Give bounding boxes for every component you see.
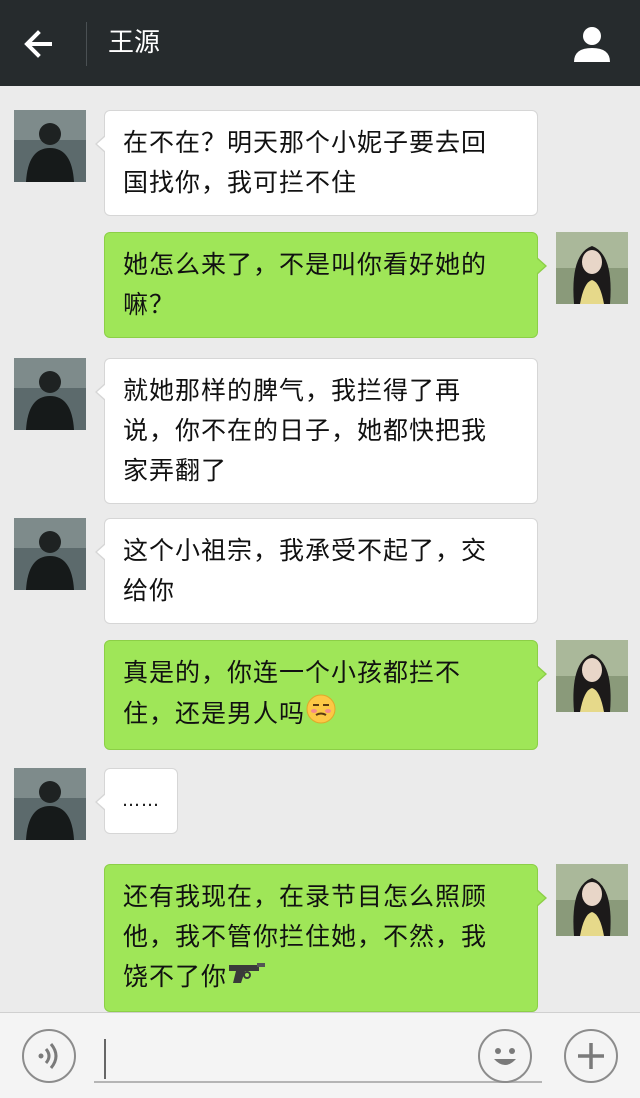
message-line: 家弄翻了 [123, 456, 228, 485]
contact-avatar-image [14, 110, 86, 182]
message-line: 她怎么来了，不是叫你看好她的 [123, 250, 488, 279]
text-caret [104, 1039, 106, 1079]
arrow-left-icon [24, 30, 52, 58]
message-line: 说，你不在的日子，她都快把我 [123, 416, 488, 445]
message-bubble[interactable]: 她怎么来了，不是叫你看好她的 嘛？ [104, 232, 547, 338]
message-bubble[interactable]: 在不在？明天那个小妮子要去回 国找你，我可拦不住 [95, 110, 538, 216]
message-line: 住，还是男人吗 [123, 699, 306, 728]
self-avatar[interactable] [556, 640, 628, 712]
back-button[interactable] [20, 24, 64, 64]
message-line-with-emoji: 住，还是男人吗 [123, 693, 519, 737]
self-avatar-image [556, 864, 628, 936]
user-icon [574, 27, 610, 62]
contact-avatar-image [14, 358, 86, 430]
header-divider [86, 22, 87, 66]
message-line-with-emoji: 饶不了你 [123, 957, 519, 999]
message-line: 国找你，我可拦不住 [123, 168, 358, 197]
message-line: …… [122, 790, 160, 811]
message-line: 这个小祖宗，我承受不起了，交 [123, 536, 488, 565]
message-line: 给你 [123, 576, 176, 605]
chat-area[interactable]: 在不在？明天那个小妮子要去回 国找你，我可拦不住 她怎么来了，不是叫你看好她的 … [0, 86, 640, 1012]
message-bubble[interactable]: 这个小祖宗，我承受不起了，交 给你 [95, 518, 538, 624]
contact-avatar[interactable] [14, 518, 86, 590]
message-line: 就她那样的脾气，我拦得了再 [123, 376, 462, 405]
contact-avatar-image [14, 518, 86, 590]
contact-avatar[interactable] [14, 110, 86, 182]
chat-title: 王源 [108, 28, 161, 58]
voice-button[interactable] [22, 1029, 76, 1083]
plus-icon [578, 1043, 604, 1069]
input-bar [0, 1012, 640, 1098]
message-bubble[interactable]: 真是的，你连一个小孩都拦不 住，还是男人吗 [104, 640, 547, 750]
message-line: 嘛？ [123, 290, 176, 319]
message-bubble[interactable]: …… [95, 768, 178, 834]
profile-button[interactable] [570, 22, 614, 66]
message-line: 真是的，你连一个小孩都拦不 [123, 658, 462, 687]
message-line: 饶不了你 [123, 962, 228, 991]
self-avatar-image [556, 232, 628, 304]
message-input[interactable] [94, 1031, 542, 1083]
message-bubble[interactable]: 还有我现在，在录节目怎么照顾 他，我不管你拦住她，不然，我 饶不了你 [104, 864, 547, 1012]
message-line: 还有我现在，在录节目怎么照顾 [123, 882, 488, 911]
self-avatar[interactable] [556, 864, 628, 936]
voice-icon [38, 1043, 58, 1069]
contact-avatar[interactable] [14, 358, 86, 430]
self-avatar[interactable] [556, 232, 628, 304]
pistol-emoji [227, 957, 267, 999]
more-button[interactable] [564, 1029, 618, 1083]
contact-avatar-image [14, 768, 86, 840]
smiley-icon [494, 1048, 516, 1065]
self-avatar-image [556, 640, 628, 712]
message-line: 在不在？明天那个小妮子要去回 [123, 128, 488, 157]
message-bubble[interactable]: 就她那样的脾气，我拦得了再 说，你不在的日子，她都快把我 家弄翻了 [95, 358, 538, 504]
message-line: 他，我不管你拦住她，不然，我 [123, 922, 488, 951]
contact-avatar[interactable] [14, 768, 86, 840]
top-bar: 王源 [0, 0, 640, 86]
emoji-button[interactable] [478, 1029, 532, 1083]
unamused-face-emoji [305, 693, 337, 737]
